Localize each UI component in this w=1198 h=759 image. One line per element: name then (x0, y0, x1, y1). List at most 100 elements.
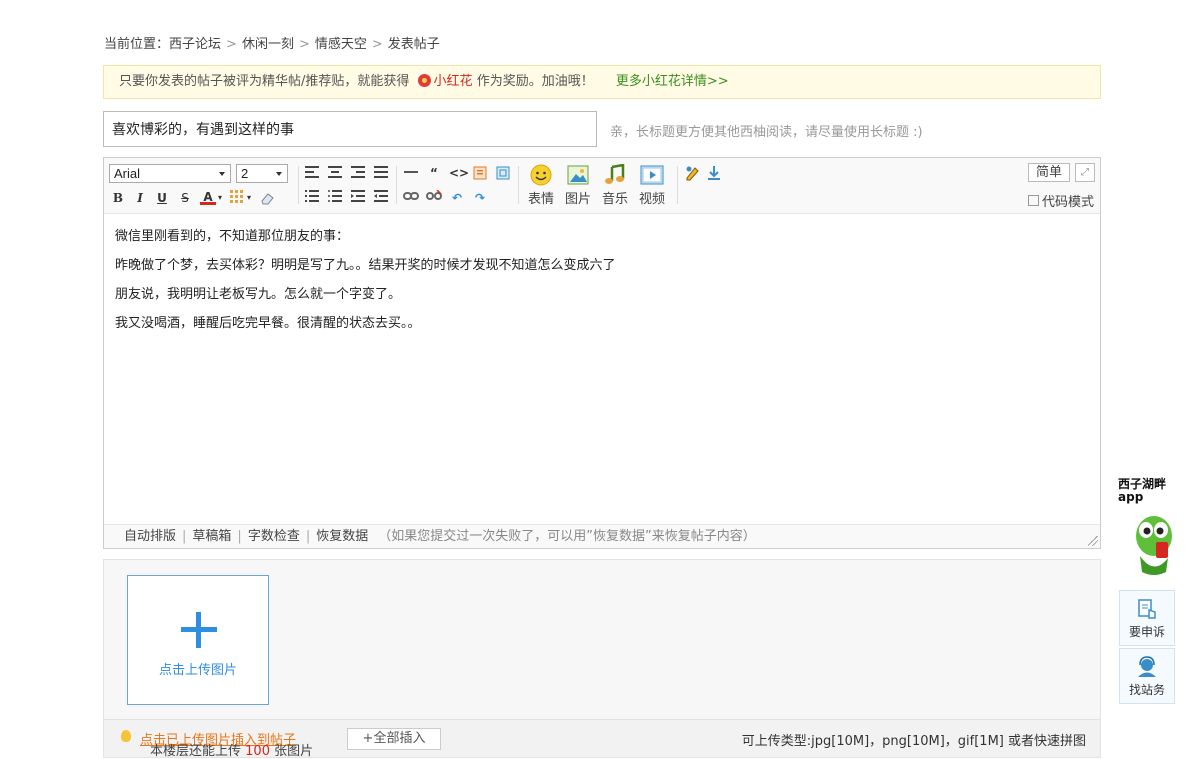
upload-footer: 点击已上传图片插入到帖子 本楼层还能上传 100 张图片 +全部插入 可上传类型… (103, 720, 1101, 759)
font-size-value: 2 (241, 166, 249, 181)
content-line: 昨晚做了个梦，去买体彩？明明是写了九。。结果开奖的时候才发现不知道怎么变成六了 (115, 258, 616, 273)
breadcrumb: 当前位置：西子论坛 > 休闲一刻 > 情感天空 > 发表帖子 (104, 33, 440, 52)
red-flower-icon (417, 74, 431, 87)
notice-text: 只要你发表的帖子被评为精华帖/推荐贴，就能获得 (119, 74, 410, 89)
editor-footer: 自动排版 | 草稿箱 | 字数检查 | 恢复数据 （如果您提交过一次失败了，可以用”恢复数据”… (104, 524, 1100, 548)
unlink-icon[interactable] (426, 189, 442, 206)
auto-layout-link[interactable]: 自动排版 (124, 529, 176, 544)
ordered-list-icon[interactable] (304, 190, 320, 206)
service-button[interactable]: 找站务 (1119, 648, 1175, 704)
video-button[interactable]: 视频 (637, 164, 667, 207)
redo-icon[interactable]: ↷ (472, 190, 488, 206)
image-icon (566, 164, 590, 186)
font-family-select[interactable]: Arial (109, 164, 231, 183)
reward-notice: 只要你发表的帖子被评为精华帖/推荐贴，就能获得 小红花 作为奖励。加油哦！ 更多… (103, 65, 1101, 99)
strikethrough-icon[interactable]: S (177, 190, 193, 206)
mascot-icon[interactable] (1130, 506, 1178, 578)
code-icon[interactable]: <> (449, 165, 469, 181)
link-icon[interactable] (403, 190, 419, 206)
complain-label: 要申诉 (1128, 625, 1165, 639)
chevron-down-icon[interactable]: ▾ (216, 190, 224, 206)
content-line: 我又没喝酒，睡醒后吃完早餐。很清醒的状态去买。。 (115, 316, 421, 331)
code-mode-toggle[interactable]: 代码模式 (1027, 191, 1094, 210)
resize-handle-icon[interactable] (1088, 536, 1098, 546)
breadcrumb-separator: > (226, 37, 237, 52)
underline-icon[interactable]: U (154, 190, 170, 206)
breadcrumb-prefix: 当前位置： (104, 37, 170, 52)
breadcrumb-link-forum[interactable]: 西子论坛 (169, 37, 221, 52)
video-label: 视频 (638, 192, 665, 207)
chevron-down-icon (276, 172, 282, 176)
title-hint: 亲，长标题更方便其他西柚阅读，请尽量使用长标题 :) (610, 125, 923, 140)
simple-mode-button[interactable]: 简单 (1028, 163, 1070, 182)
image-button[interactable]: 图片 (563, 164, 593, 207)
editor: Arial 2 B I U S A ▾ ▾ “ <> ↶ ↷ 表情 图片 音乐 … (103, 157, 1101, 549)
quote-icon[interactable]: “ (426, 165, 442, 181)
remaining-count: 100 (245, 744, 270, 759)
emoji-button[interactable]: 表情 (526, 164, 556, 207)
italic-icon[interactable]: I (132, 190, 148, 206)
code-mode-checkbox[interactable] (1027, 195, 1039, 206)
app-promo-label[interactable]: 西子湖畔 app (1118, 478, 1180, 504)
music-button[interactable]: 音乐 (600, 163, 630, 207)
eraser-icon[interactable] (259, 190, 275, 206)
content-line: 朋友说，我明明让老板写九。怎么就一个字变了。 (115, 287, 402, 302)
more-flower-link[interactable]: 更多小红花详情>> (616, 74, 729, 89)
outdent-icon[interactable] (373, 190, 389, 206)
signature-edit-icon[interactable] (684, 165, 700, 181)
music-label: 音乐 (601, 192, 628, 207)
app-suffix: app (1118, 490, 1144, 504)
hide-content-icon[interactable] (495, 166, 511, 182)
insert-all-button[interactable]: +全部插入 (347, 728, 441, 750)
footer-divider: | (305, 529, 311, 544)
emoji-label: 表情 (527, 192, 554, 207)
background-color-icon[interactable] (229, 190, 245, 206)
title-input[interactable] (103, 111, 597, 147)
breadcrumb-link-emotion[interactable]: 情感天空 (315, 37, 367, 52)
restore-data-link[interactable]: 恢复数据 (316, 529, 368, 544)
font-color-icon[interactable]: A (200, 189, 216, 205)
lightbulb-icon (121, 730, 131, 742)
toolbar-divider (518, 166, 519, 204)
upload-remaining: 本楼层还能上传 100 张图片 (150, 740, 313, 759)
free-icon[interactable] (472, 166, 488, 182)
breadcrumb-link-leisure[interactable]: 休闲一刻 (242, 37, 294, 52)
align-left-icon[interactable] (304, 166, 320, 182)
upload-area: 点击上传图片 (103, 559, 1101, 720)
upload-image-label: 点击上传图片 (158, 663, 237, 678)
bold-icon[interactable]: B (110, 190, 126, 206)
horizontal-rule-icon[interactable] (403, 166, 419, 182)
notice-text-after: 作为奖励。加油哦！ (476, 74, 594, 89)
unordered-list-icon[interactable] (327, 190, 343, 206)
remaining-unit: 张图片 (274, 744, 314, 759)
font-size-select[interactable]: 2 (236, 164, 288, 183)
toolbar-divider (677, 166, 678, 204)
drafts-link[interactable]: 草稿箱 (192, 529, 231, 544)
smiley-icon (529, 164, 553, 186)
complain-button[interactable]: 要申诉 (1119, 590, 1175, 646)
font-family-value: Arial (114, 166, 141, 181)
download-icon[interactable] (706, 165, 722, 181)
align-justify-icon[interactable] (373, 166, 389, 182)
undo-icon[interactable]: ↶ (449, 190, 465, 206)
chevron-down-icon[interactable]: ▾ (245, 190, 253, 206)
editor-toolbar: Arial 2 B I U S A ▾ ▾ “ <> ↶ ↷ 表情 图片 音乐 … (104, 158, 1100, 214)
content-line: 微信里刚看到的，不知道那位朋友的事： (115, 229, 350, 244)
indent-icon[interactable] (350, 190, 366, 206)
align-right-icon[interactable] (350, 166, 366, 182)
service-label: 找站务 (1128, 683, 1165, 697)
align-center-icon[interactable] (327, 166, 343, 182)
upload-image-button[interactable]: 点击上传图片 (127, 575, 269, 705)
toolbar-divider (298, 166, 299, 204)
word-check-link[interactable]: 字数检查 (248, 529, 300, 544)
video-icon (640, 164, 664, 186)
chevron-down-icon (219, 172, 225, 176)
fullscreen-icon[interactable]: ⤢ (1075, 163, 1095, 182)
image-label: 图片 (564, 192, 591, 207)
toolbar-divider (396, 166, 397, 204)
upload-types: 可上传类型:jpg[10M]，png[10M]，gif[1M] 或者快速拼图 (741, 734, 1086, 749)
document-hand-icon (1136, 598, 1158, 620)
editor-content[interactable]: 微信里刚看到的，不知道那位朋友的事： 昨晚做了个梦，去买体彩？明明是写了九。。结… (115, 222, 1085, 338)
footer-divider: | (182, 529, 187, 544)
breadcrumb-separator: > (298, 37, 310, 52)
